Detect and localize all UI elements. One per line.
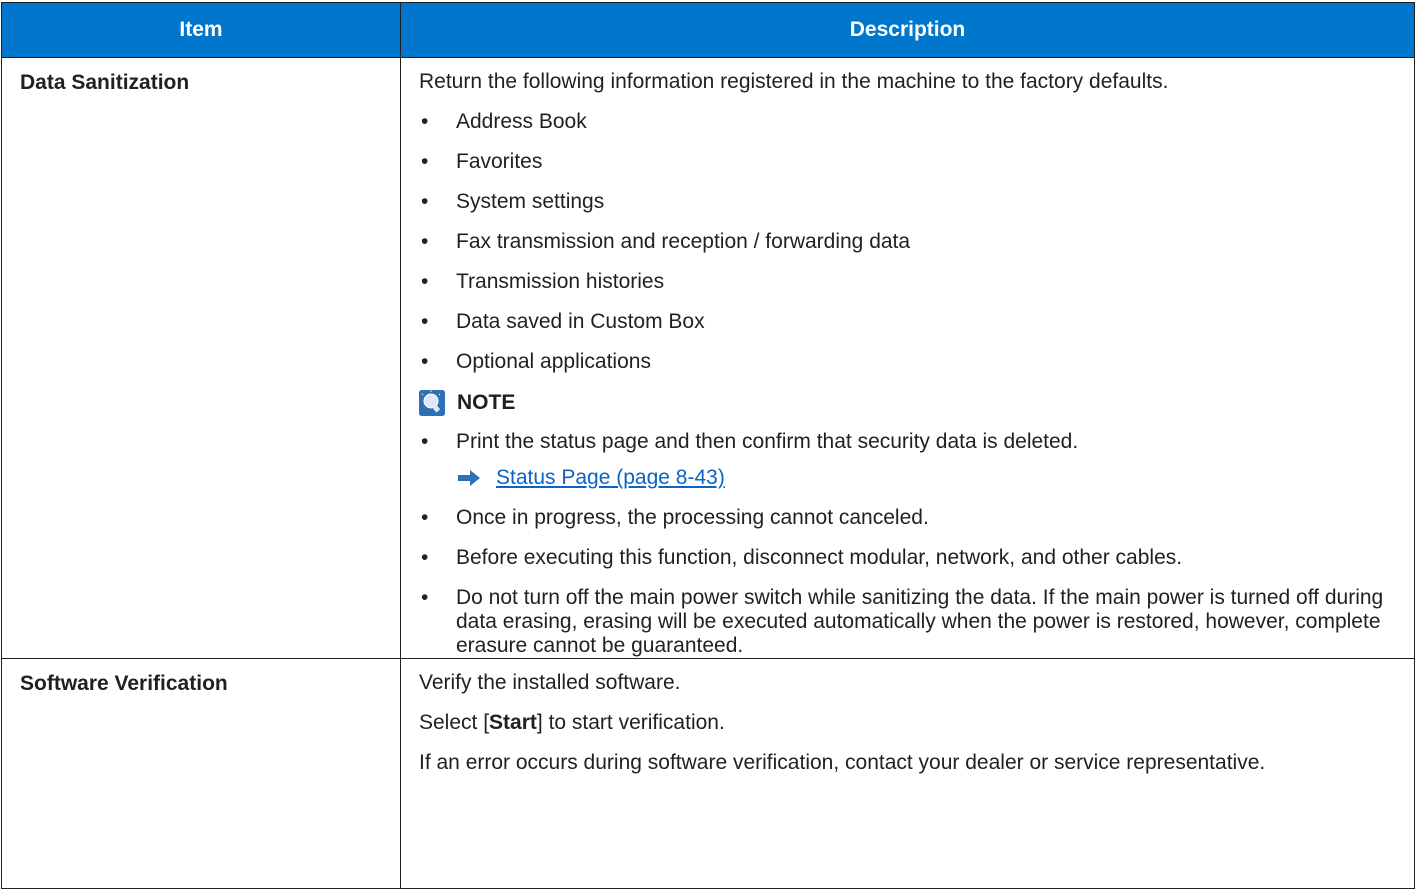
link-line: Status Page (page 8-43): [419, 466, 1402, 490]
bullet: •: [421, 110, 429, 133]
list-item-text: Once in progress, the processing cannot …: [456, 506, 929, 529]
note-heading: NOTE: [419, 390, 1402, 416]
list-item: • Data saved in Custom Box: [419, 310, 1402, 334]
bullet: •: [421, 506, 429, 529]
bullet: •: [421, 190, 429, 213]
verify-text: Verify the installed software.: [419, 671, 681, 694]
list-item-text: Optional applications: [456, 350, 651, 373]
defaults-list: • Address Book • Favorites • System setting…: [419, 110, 1402, 374]
list-item: • Before executing this function, disconn…: [419, 546, 1402, 570]
status-page-link[interactable]: Status Page (page 8-43): [496, 466, 725, 490]
settings-table: Item Description Data Sanitization Retur…: [1, 2, 1415, 889]
bullet: •: [421, 150, 429, 173]
list-item: • Address Book: [419, 110, 1402, 134]
list-item: • Fax transmission and reception / forwar…: [419, 230, 1402, 254]
list-item: • System settings: [419, 190, 1402, 214]
item-data-sanitization: Data Sanitization: [1, 57, 401, 659]
list-item-text: Favorites: [456, 150, 543, 173]
select-start-text: Select [Start] to start verification.: [419, 711, 1402, 735]
list-item-text: Address Book: [456, 110, 587, 133]
bullet: •: [421, 230, 429, 253]
note-label: NOTE: [457, 391, 516, 414]
table-row: Software Verification Verify the install…: [1, 658, 1415, 889]
list-item: • Favorites: [419, 150, 1402, 174]
description-software-verification: Verify the installed software. Select [S…: [400, 658, 1415, 889]
item-software-verification: Software Verification: [1, 658, 401, 889]
select-suffix: ] to start verification.: [536, 711, 725, 734]
list-item-text: Data saved in Custom Box: [456, 310, 705, 333]
list-item-text: Transmission histories: [456, 270, 665, 293]
bullet: •: [421, 310, 429, 333]
bullet: •: [421, 546, 429, 569]
bullet: •: [421, 586, 429, 609]
arrow-right-icon: [458, 470, 480, 486]
list-item-text: Do not turn off the main power switch wh…: [456, 586, 1384, 657]
header-row: Item Description: [1, 2, 1415, 58]
note-list-rest: • Once in progress, the processing cannot…: [419, 506, 1402, 658]
bullet: •: [421, 350, 429, 373]
list-item: • Once in progress, the processing cannot…: [419, 506, 1402, 530]
description-data-sanitization: Return the following information registe…: [400, 57, 1415, 659]
bullet: •: [421, 270, 429, 293]
intro-text: Return the following information registe…: [419, 70, 1169, 93]
bullet: •: [421, 430, 429, 453]
header-item: Item: [1, 2, 401, 58]
note-list: • Print the status page and then confirm …: [419, 430, 1402, 454]
list-item: • Optional applications: [419, 350, 1402, 374]
list-item-text: Fax transmission and reception / forward…: [456, 230, 911, 253]
error-text: If an error occurs during software verif…: [419, 751, 1266, 774]
start-key-label: Start: [489, 711, 537, 734]
list-item-text: Print the status page and then confirm t…: [456, 430, 1079, 453]
table-row: Data Sanitization Return the following i…: [1, 57, 1415, 659]
select-prefix: Select [: [419, 711, 490, 734]
list-item: • Do not turn off the main power switch w…: [419, 586, 1402, 658]
list-item-text: System settings: [456, 190, 605, 213]
list-item-text: Before executing this function, disconne…: [456, 546, 1183, 569]
lightbulb-note-icon: [419, 390, 445, 416]
list-item: • Transmission histories: [419, 270, 1402, 294]
header-description: Description: [400, 2, 1415, 58]
list-item: • Print the status page and then confirm …: [419, 430, 1402, 454]
